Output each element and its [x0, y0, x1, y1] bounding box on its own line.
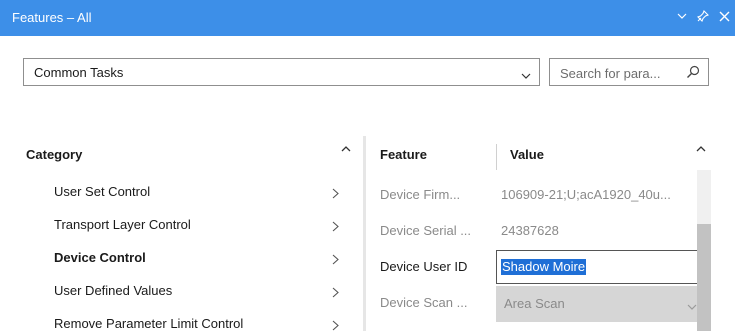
pin-icon[interactable]	[696, 8, 710, 24]
table-row[interactable]: Device User ID Shadow Moire	[366, 248, 706, 284]
category-item-user-defined-values[interactable]: User Defined Values	[23, 277, 343, 310]
category-panel: Category User Set Control Transport Laye…	[23, 136, 363, 331]
vertical-scrollbar[interactable]	[697, 170, 711, 331]
value-column-header[interactable]: Value	[510, 147, 544, 162]
select-value: Area Scan	[504, 296, 565, 311]
search-box[interactable]	[549, 58, 709, 86]
window-title: Features – All	[12, 10, 92, 25]
scrollbar-thumb[interactable]	[697, 224, 711, 331]
feature-value: 24387628	[501, 223, 559, 238]
search-input[interactable]	[560, 64, 678, 82]
chevron-right-icon	[332, 253, 339, 268]
feature-column-header[interactable]: Feature	[380, 147, 427, 162]
column-divider[interactable]	[496, 144, 497, 170]
window-titlebar: Features – All	[0, 0, 735, 36]
window-menu-chevron-icon[interactable]	[675, 8, 689, 24]
category-item-device-control[interactable]: Device Control	[23, 244, 343, 277]
feature-name: Device User ID	[380, 259, 468, 274]
device-user-id-input[interactable]: Shadow Moire	[496, 250, 705, 284]
feature-name: Device Scan ...	[380, 295, 468, 310]
category-item-label: Transport Layer Control	[54, 217, 191, 232]
feature-view-dropdown[interactable]: Common Tasks	[23, 58, 540, 86]
feature-rows: Device Firm... 106909-21;U;acA1920_40u..…	[366, 176, 706, 322]
feature-value-panel: Feature Value Device Firm... 106909-21;U…	[366, 136, 711, 331]
search-icon[interactable]	[686, 65, 700, 82]
chevron-right-icon	[332, 319, 339, 331]
feature-name: Device Serial ...	[380, 223, 472, 238]
toolbar: Common Tasks	[23, 58, 709, 86]
category-item-label: Device Control	[54, 250, 146, 265]
category-item-label: Remove Parameter Limit Control	[54, 316, 244, 331]
dropdown-selected-value: Common Tasks	[34, 65, 124, 80]
category-item-label: User Set Control	[54, 184, 151, 199]
table-row[interactable]: Device Firm... 106909-21;U;acA1920_40u..…	[366, 176, 706, 212]
device-scan-type-select: Area Scan	[496, 286, 705, 322]
scroll-up-arrow-icon[interactable]	[341, 140, 351, 152]
table-row[interactable]: Device Serial ... 24387628	[366, 212, 706, 248]
chevron-right-icon	[332, 220, 339, 235]
category-item-transport-layer-control[interactable]: Transport Layer Control	[23, 211, 343, 244]
category-item-remove-parameter-limit-control[interactable]: Remove Parameter Limit Control	[23, 310, 343, 331]
table-row[interactable]: Device Scan ... Area Scan	[366, 284, 706, 322]
feature-name: Device Firm...	[380, 187, 461, 202]
feature-value: 106909-21;U;acA1920_40u...	[501, 187, 671, 202]
chevron-right-icon	[332, 286, 339, 301]
selected-text: Shadow Moire	[501, 259, 587, 275]
category-item-user-set-control[interactable]: User Set Control	[23, 178, 343, 211]
category-header-label: Category	[26, 147, 83, 162]
titlebar-controls	[675, 8, 731, 24]
category-header: Category	[23, 136, 363, 170]
scroll-up-arrow-icon[interactable]	[696, 140, 706, 152]
chevron-down-icon	[687, 299, 697, 314]
chevron-down-icon	[521, 68, 531, 83]
chevron-right-icon	[332, 187, 339, 202]
close-icon[interactable]	[717, 8, 731, 24]
feature-table-header: Feature Value	[366, 136, 711, 170]
category-list: User Set Control Transport Layer Control…	[23, 178, 343, 331]
category-item-label: User Defined Values	[54, 283, 173, 298]
